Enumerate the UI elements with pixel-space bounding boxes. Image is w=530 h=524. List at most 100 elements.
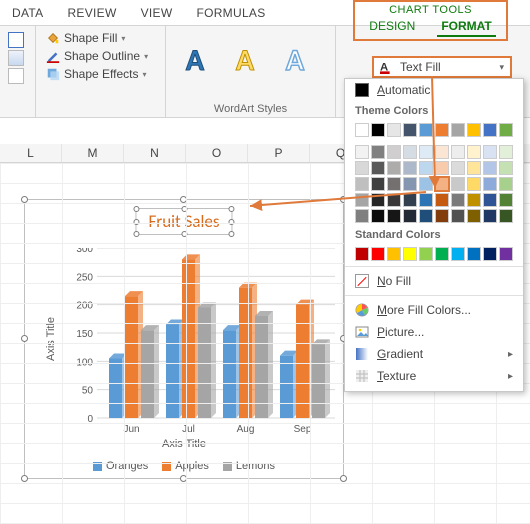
- column-header[interactable]: O: [186, 144, 248, 162]
- shape-style-item[interactable]: [8, 50, 24, 66]
- wordart-style-2[interactable]: A: [224, 36, 266, 84]
- color-swatch[interactable]: [403, 145, 417, 159]
- text-fill-button[interactable]: A Text Fill ▾: [372, 56, 512, 78]
- color-swatch[interactable]: [355, 247, 369, 261]
- color-swatch[interactable]: [467, 209, 481, 223]
- title-handle[interactable]: [133, 231, 139, 237]
- color-swatch[interactable]: [387, 161, 401, 175]
- title-handle[interactable]: [133, 206, 139, 212]
- color-swatch[interactable]: [435, 209, 449, 223]
- color-swatch[interactable]: [451, 247, 465, 261]
- column-header[interactable]: M: [62, 144, 124, 162]
- color-swatch[interactable]: [435, 161, 449, 175]
- color-swatch[interactable]: [467, 177, 481, 191]
- tab-formulas[interactable]: FORMULAS: [184, 2, 277, 25]
- wordart-style-1[interactable]: A: [174, 36, 216, 84]
- color-swatch[interactable]: [403, 193, 417, 207]
- color-swatch[interactable]: [419, 145, 433, 159]
- color-swatch[interactable]: [419, 177, 433, 191]
- color-swatch[interactable]: [355, 177, 369, 191]
- color-swatch[interactable]: [355, 193, 369, 207]
- color-swatch[interactable]: [435, 145, 449, 159]
- shape-effects-menu[interactable]: Shape Effects ▾: [44, 66, 157, 82]
- color-swatch[interactable]: [483, 193, 497, 207]
- color-swatch[interactable]: [451, 161, 465, 175]
- column-header[interactable]: N: [124, 144, 186, 162]
- color-swatch[interactable]: [355, 145, 369, 159]
- color-swatch[interactable]: [451, 209, 465, 223]
- color-swatch[interactable]: [435, 247, 449, 261]
- texture-option[interactable]: Texture ▸: [345, 365, 523, 387]
- color-swatch[interactable]: [355, 209, 369, 223]
- shape-outline-menu[interactable]: Shape Outline ▾: [44, 48, 157, 64]
- resize-handle[interactable]: [21, 475, 28, 482]
- resize-handle[interactable]: [340, 475, 347, 482]
- chart-legend[interactable]: Oranges Apples Lemons: [25, 460, 343, 472]
- color-swatch[interactable]: [467, 193, 481, 207]
- shape-style-gallery[interactable]: [8, 32, 24, 48]
- color-swatch[interactable]: [419, 247, 433, 261]
- color-swatch[interactable]: [483, 161, 497, 175]
- color-swatch[interactable]: [403, 161, 417, 175]
- color-swatch[interactable]: [419, 123, 433, 137]
- title-handle[interactable]: [229, 206, 235, 212]
- chart-object[interactable]: Fruit Sales Axis Title 05010015020025030…: [24, 199, 344, 479]
- color-swatch[interactable]: [371, 209, 385, 223]
- color-swatch[interactable]: [499, 247, 513, 261]
- color-swatch[interactable]: [467, 123, 481, 137]
- no-fill-option[interactable]: No Fill: [345, 270, 523, 292]
- color-swatch[interactable]: [419, 209, 433, 223]
- color-swatch[interactable]: [451, 193, 465, 207]
- color-swatch[interactable]: [371, 123, 385, 137]
- color-swatch[interactable]: [451, 177, 465, 191]
- color-swatch[interactable]: [403, 247, 417, 261]
- color-swatch[interactable]: [387, 209, 401, 223]
- plot-area[interactable]: 050100150200250300JunJulAugSep: [69, 248, 333, 416]
- color-swatch[interactable]: [483, 247, 497, 261]
- title-handle[interactable]: [229, 231, 235, 237]
- color-swatch[interactable]: [419, 161, 433, 175]
- tab-data[interactable]: DATA: [0, 2, 55, 25]
- tab-review[interactable]: REVIEW: [55, 2, 128, 25]
- color-swatch[interactable]: [483, 177, 497, 191]
- color-swatch[interactable]: [499, 193, 513, 207]
- resize-handle[interactable]: [21, 335, 28, 342]
- column-header[interactable]: P: [248, 144, 310, 162]
- color-swatch[interactable]: [467, 247, 481, 261]
- color-swatch[interactable]: [483, 209, 497, 223]
- color-swatch[interactable]: [387, 145, 401, 159]
- picture-option[interactable]: Picture...: [345, 321, 523, 343]
- color-swatch[interactable]: [467, 161, 481, 175]
- color-swatch[interactable]: [371, 193, 385, 207]
- color-swatch[interactable]: [387, 247, 401, 261]
- tab-view[interactable]: VIEW: [129, 2, 185, 25]
- color-swatch[interactable]: [371, 247, 385, 261]
- shape-style-item[interactable]: [8, 68, 24, 84]
- shape-fill-menu[interactable]: Shape Fill ▾: [44, 30, 157, 46]
- color-swatch[interactable]: [499, 123, 513, 137]
- color-swatch[interactable]: [483, 123, 497, 137]
- color-swatch[interactable]: [387, 177, 401, 191]
- resize-handle[interactable]: [21, 196, 28, 203]
- color-swatch[interactable]: [371, 145, 385, 159]
- color-swatch[interactable]: [467, 145, 481, 159]
- color-swatch[interactable]: [435, 123, 449, 137]
- color-swatch[interactable]: [451, 145, 465, 159]
- color-swatch[interactable]: [371, 161, 385, 175]
- color-swatch[interactable]: [371, 177, 385, 191]
- x-axis-title[interactable]: Axis Title: [25, 438, 343, 450]
- color-swatch[interactable]: [435, 193, 449, 207]
- automatic-option[interactable]: Automatic: [345, 79, 523, 101]
- color-swatch[interactable]: [499, 177, 513, 191]
- color-swatch[interactable]: [435, 177, 449, 191]
- color-swatch[interactable]: [403, 177, 417, 191]
- more-fill-colors-option[interactable]: More Fill Colors...: [345, 299, 523, 321]
- chart-title[interactable]: Fruit Sales: [135, 208, 232, 235]
- color-swatch[interactable]: [499, 209, 513, 223]
- color-swatch[interactable]: [387, 123, 401, 137]
- gradient-option[interactable]: Gradient ▸: [345, 343, 523, 365]
- color-swatch[interactable]: [355, 161, 369, 175]
- color-swatch[interactable]: [387, 193, 401, 207]
- color-swatch[interactable]: [403, 123, 417, 137]
- wordart-style-3[interactable]: A: [274, 36, 316, 84]
